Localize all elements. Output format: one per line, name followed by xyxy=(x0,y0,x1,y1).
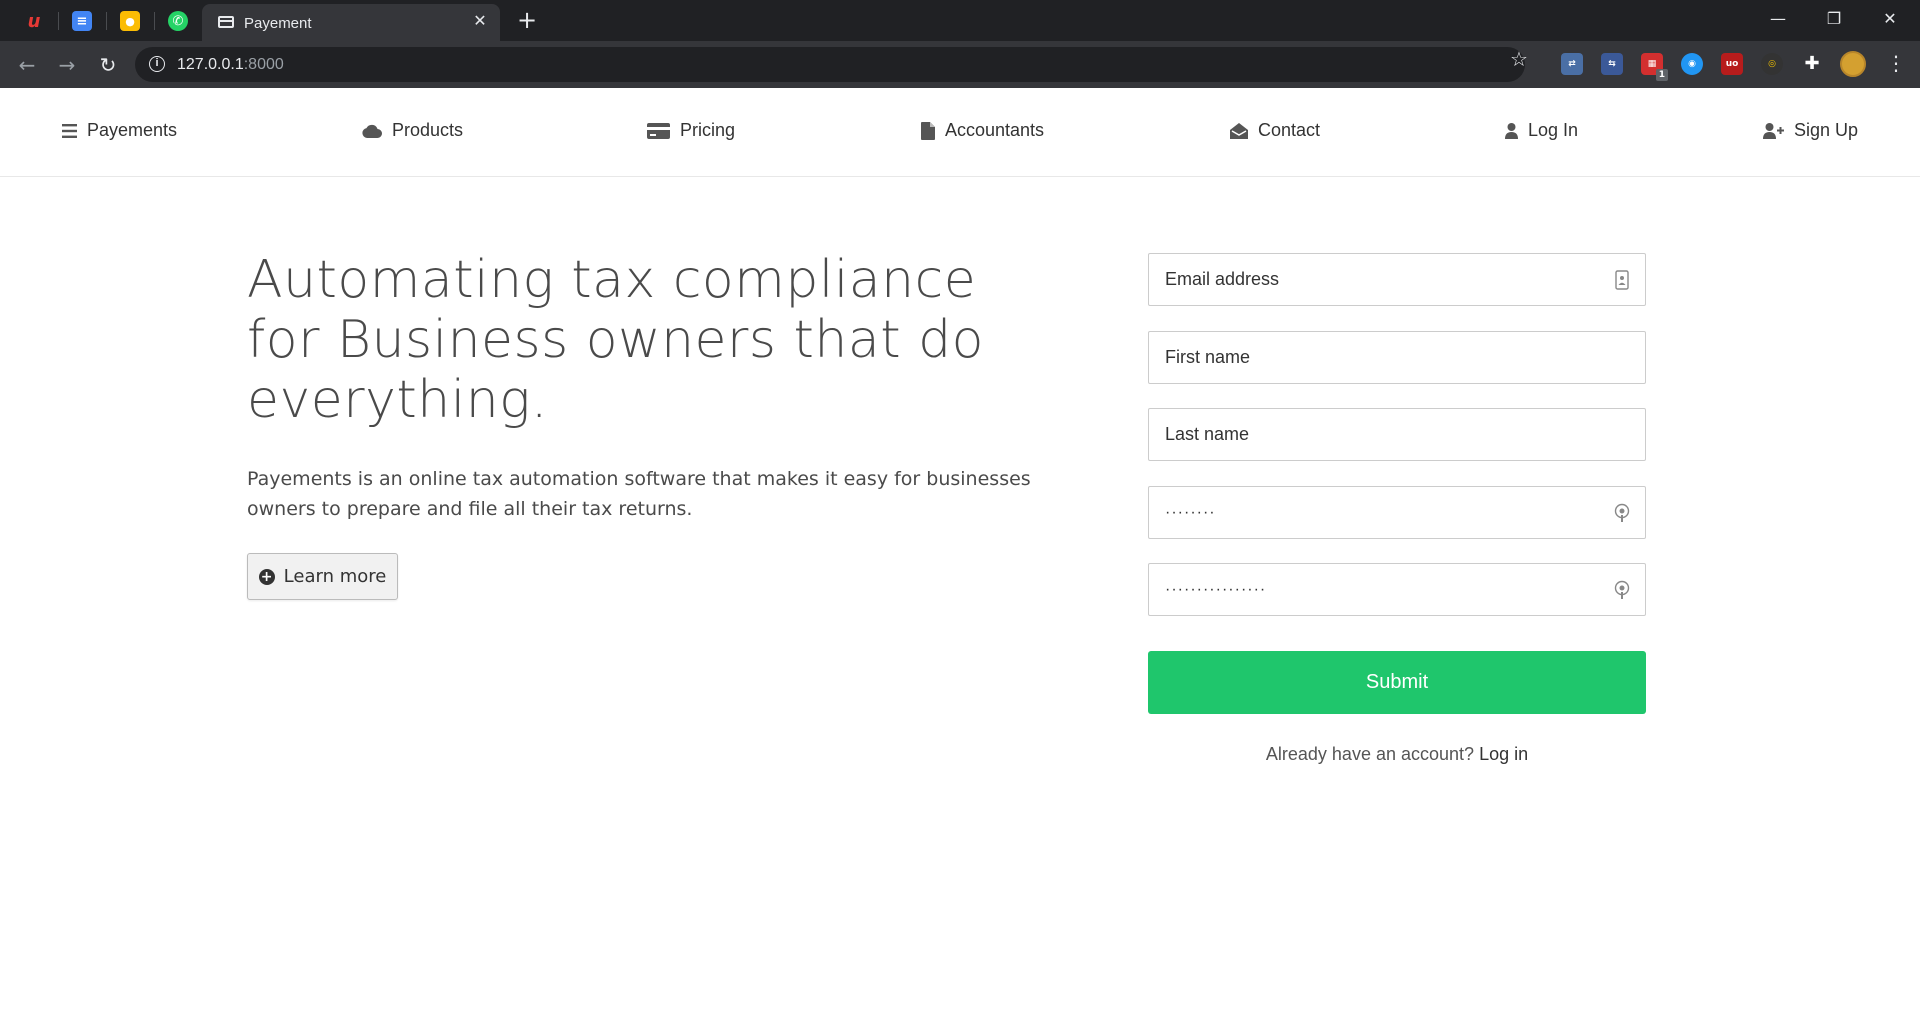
nav-item-login[interactable]: Log In xyxy=(1505,120,1578,141)
menu-icon xyxy=(62,123,77,138)
contact-card-icon xyxy=(1615,270,1629,290)
reload-icon[interactable]: ↻ xyxy=(93,50,123,80)
card-icon xyxy=(218,16,234,28)
extension-3-icon[interactable]: ▦ 1 xyxy=(1641,53,1668,81)
keep-icon: ● xyxy=(120,11,140,31)
extension-2-icon[interactable]: ⇆ xyxy=(1601,53,1623,75)
submit-button[interactable]: Submit xyxy=(1148,651,1646,714)
address-bar[interactable]: i 127.0.0.1:8000 xyxy=(135,47,1525,82)
pinned-tab-1[interactable]: u xyxy=(10,4,58,38)
nav-brand-label: Payements xyxy=(87,120,178,140)
browser-tab-bar: u ≡ ● ✆ Payement ✕ + — ❐ ✕ xyxy=(0,0,1920,41)
password-key-icon xyxy=(1614,580,1630,599)
nav-item-label: Products xyxy=(392,120,464,140)
envelope-open-icon xyxy=(1230,122,1248,139)
login-link[interactable]: Log in xyxy=(1479,744,1528,764)
nav-item-label: Log In xyxy=(1528,120,1579,140)
close-window-button[interactable]: ✕ xyxy=(1862,0,1918,40)
profile-avatar[interactable] xyxy=(1840,51,1866,77)
whatsapp-icon: ✆ xyxy=(168,11,188,31)
restore-button[interactable]: ❐ xyxy=(1806,0,1862,40)
browser-menu-icon[interactable]: ⋮ xyxy=(1886,51,1906,77)
credit-card-icon xyxy=(647,122,670,139)
pinned-tab-2[interactable]: ≡ xyxy=(58,4,106,38)
learn-more-button[interactable]: + Learn more xyxy=(247,553,398,600)
tab-close-icon[interactable]: ✕ xyxy=(470,11,490,31)
extension-6-icon[interactable]: ◎ xyxy=(1761,53,1783,75)
bookmark-star-icon[interactable]: ☆ xyxy=(1510,47,1528,71)
u-logo-icon: u xyxy=(27,10,41,32)
ublock-icon[interactable]: uo xyxy=(1721,53,1743,75)
extension-badge: 1 xyxy=(1655,69,1668,81)
extensions-puzzle-icon[interactable]: ✚ xyxy=(1801,53,1823,75)
user-plus-icon xyxy=(1763,122,1784,139)
confirm-password-field[interactable] xyxy=(1148,563,1646,616)
file-icon xyxy=(921,121,935,140)
last-name-input[interactable] xyxy=(1149,409,1645,460)
forward-icon[interactable]: → xyxy=(52,50,82,80)
cloud-icon xyxy=(362,124,382,138)
login-prompt: Already have an account? Log in xyxy=(1148,744,1646,765)
nav-brand[interactable]: Payements xyxy=(62,120,177,141)
minimize-button[interactable]: — xyxy=(1750,0,1806,40)
account-prompt-text: Already have an account? xyxy=(1265,744,1475,764)
info-icon[interactable]: i xyxy=(149,56,165,72)
learn-more-label: Learn more xyxy=(283,566,387,587)
nav-item-label: Accountants xyxy=(945,120,1045,140)
nav-item-label: Pricing xyxy=(680,120,736,140)
nav-item-signup[interactable]: Sign Up xyxy=(1763,120,1858,141)
hero-description: Payements is an online tax automation so… xyxy=(247,468,1031,520)
first-name-input[interactable] xyxy=(1149,332,1645,383)
password-field[interactable] xyxy=(1148,486,1646,539)
pinned-tab-4[interactable]: ✆ xyxy=(154,4,202,38)
tab-title: Payement xyxy=(244,15,312,32)
hero-title: Automating tax compliance for Business o… xyxy=(247,250,984,430)
nav-item-pricing[interactable]: Pricing xyxy=(647,120,735,141)
nav-item-accountants[interactable]: Accountants xyxy=(921,120,1044,141)
extension-1-icon[interactable]: ⇄ xyxy=(1561,53,1583,75)
last-name-field[interactable] xyxy=(1148,408,1646,461)
site-navbar: Payements Products Pricing Accountants C… xyxy=(0,88,1920,177)
nav-item-products[interactable]: Products xyxy=(362,120,463,141)
email-input[interactable] xyxy=(1149,254,1645,305)
plus-circle-icon: + xyxy=(258,568,275,585)
password-key-icon xyxy=(1614,503,1630,522)
user-icon xyxy=(1505,122,1518,139)
nav-item-contact[interactable]: Contact xyxy=(1230,120,1320,141)
url-text[interactable]: 127.0.0.1:8000 xyxy=(177,56,284,74)
password-input[interactable] xyxy=(1149,487,1645,538)
first-name-field[interactable] xyxy=(1148,331,1646,384)
docs-icon: ≡ xyxy=(72,11,92,31)
email-field[interactable] xyxy=(1148,253,1646,306)
nav-item-label: Sign Up xyxy=(1794,120,1859,140)
active-tab[interactable]: Payement ✕ xyxy=(202,4,500,41)
pinned-tab-3[interactable]: ● xyxy=(106,4,154,38)
extension-4-icon[interactable]: ◉ xyxy=(1681,53,1703,75)
browser-toolbar: ← → ↻ i 127.0.0.1:8000 ☆ ⇄ ⇆ ▦ 1 ◉ uo ◎ ✚… xyxy=(0,41,1920,88)
new-tab-button[interactable]: + xyxy=(513,8,541,34)
confirm-password-input[interactable] xyxy=(1149,564,1645,615)
nav-item-label: Contact xyxy=(1258,120,1321,140)
back-icon[interactable]: ← xyxy=(12,50,42,80)
